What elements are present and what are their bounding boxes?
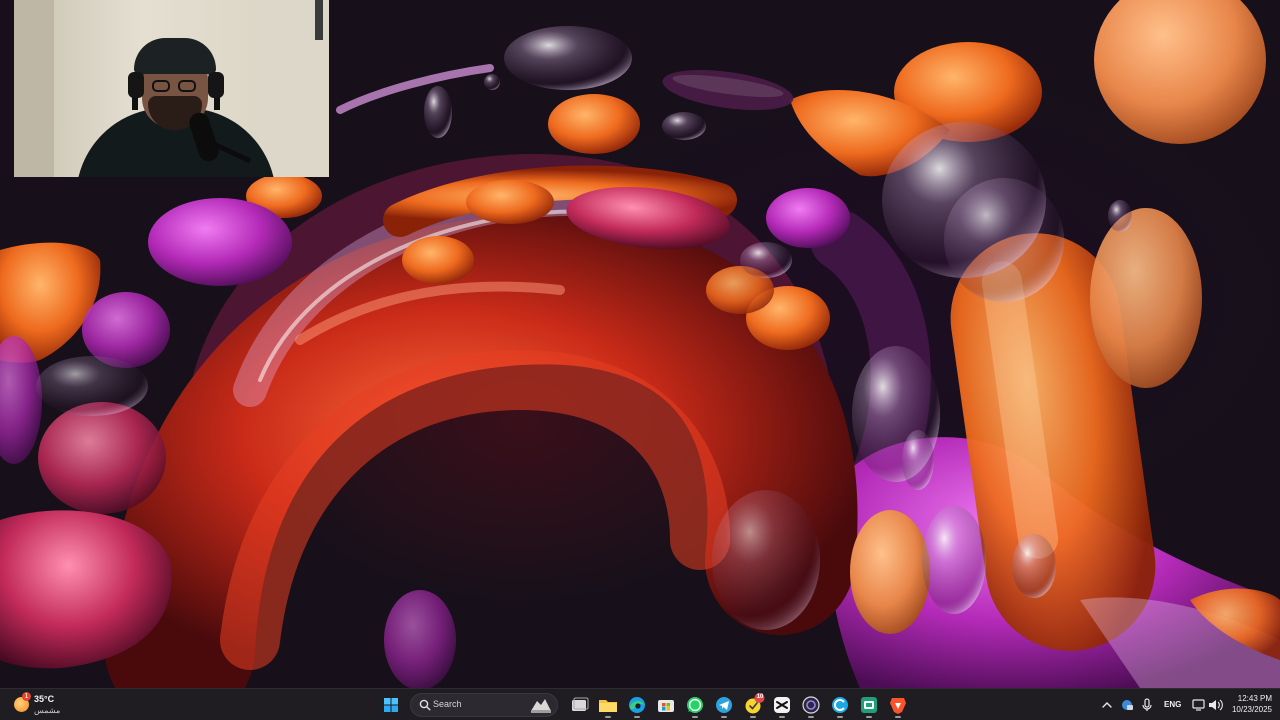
task-view-button[interactable]: [566, 692, 592, 718]
system-tray: ENG 12:43 PM 10/23/2025: [1094, 691, 1280, 719]
android-studio-button[interactable]: [856, 692, 882, 718]
obs-button[interactable]: [798, 692, 824, 718]
store-icon: [658, 700, 674, 712]
edge-button[interactable]: [624, 692, 650, 718]
task-view-icon: [572, 697, 589, 711]
search-box[interactable]: Search: [410, 693, 558, 717]
chevron-up-icon: [1102, 702, 1112, 708]
file-explorer-button[interactable]: [595, 692, 621, 718]
speaker-icon: [1209, 699, 1223, 711]
search-highlight-icon: [531, 699, 551, 713]
clock[interactable]: 12:43 PM 10/23/2025: [1232, 694, 1272, 715]
android-icon: [861, 697, 877, 713]
microphone-icon: [1142, 698, 1152, 711]
whatsapp-button[interactable]: [682, 692, 708, 718]
language-indicator[interactable]: ENG: [1164, 700, 1181, 709]
webcam-overlay: [14, 0, 329, 177]
telegram-button[interactable]: [711, 692, 737, 718]
search-label: Search: [433, 699, 462, 709]
copilot-button[interactable]: [827, 692, 853, 718]
weather-temperature: 35°C: [34, 694, 55, 704]
search-icon: [419, 699, 431, 711]
clock-time: 12:43 PM: [1237, 694, 1272, 703]
obs-icon: [802, 696, 820, 714]
telegram-icon: [716, 697, 732, 713]
edge-icon: [629, 697, 645, 713]
show-hidden-icons-button[interactable]: [1098, 695, 1116, 715]
folder-icon: [599, 700, 617, 712]
desktop-wallpaper: [0, 0, 1280, 688]
brave-button[interactable]: [885, 692, 911, 718]
app-notification-badge: 10: [756, 694, 764, 700]
brave-icon: [890, 698, 906, 714]
weather-badge: 1: [22, 692, 31, 701]
copilot-icon: [832, 697, 848, 713]
capcut-button[interactable]: [769, 692, 795, 718]
cloud-sync-icon: [1122, 700, 1133, 710]
volume-tray-button[interactable]: [1206, 695, 1224, 715]
store-button[interactable]: [653, 692, 679, 718]
whatsapp-icon: [687, 697, 703, 713]
clock-date: 10/23/2025: [1231, 705, 1272, 714]
start-button[interactable]: [378, 692, 404, 718]
weather-condition: مشمس: [34, 706, 61, 715]
capcut-icon: [774, 697, 790, 713]
tray-app-icon[interactable]: [1118, 695, 1136, 715]
microphone-tray-button[interactable]: [1138, 695, 1156, 715]
taskbar: 1 35°C مشمس Search 10 ENG 12:43 PM 10/23…: [0, 688, 1280, 720]
taskbar-apps: Search 10: [378, 691, 908, 719]
weather-widget[interactable]: 1 35°C مشمس: [10, 692, 80, 718]
notification-app-button[interactable]: 10: [740, 692, 766, 718]
windows-logo-icon: [384, 698, 398, 712]
